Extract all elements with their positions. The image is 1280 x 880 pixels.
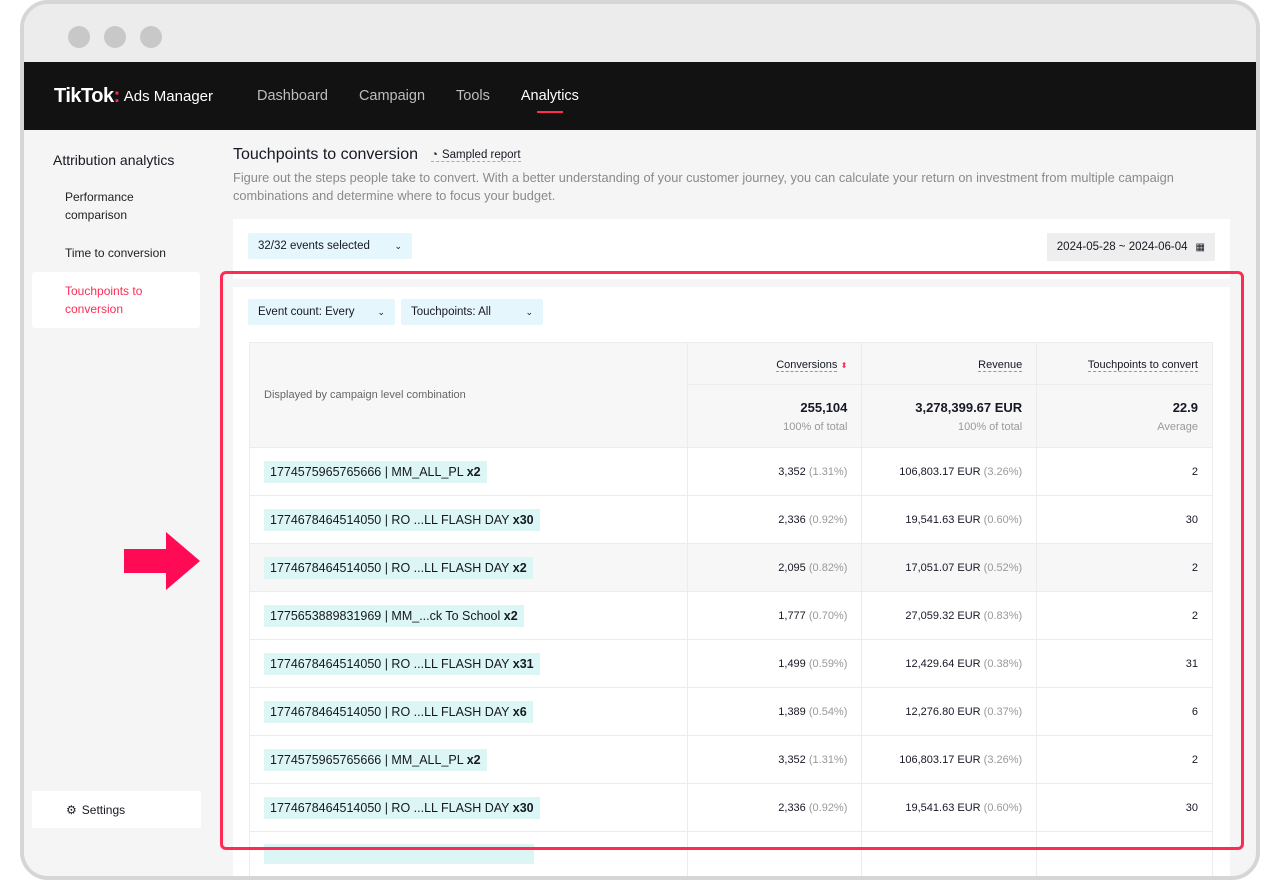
nav-analytics[interactable]: Analytics — [521, 88, 579, 113]
nav-campaign[interactable]: Campaign — [359, 88, 425, 104]
filter-card: 32/32 events selected ⌄ 2024-05-28 ~ 2024… — [233, 219, 1230, 279]
nav-dashboard[interactable]: Dashboard — [257, 88, 328, 104]
sidebar: Attribution analytics Performance compar… — [24, 130, 216, 876]
gear-icon: ⚙ — [66, 802, 77, 817]
window-minimize-dot[interactable] — [104, 26, 126, 48]
logo-subtitle: Ads Manager — [123, 87, 213, 105]
calendar-icon: ▦ — [1195, 241, 1205, 253]
window-close-dot[interactable] — [68, 26, 90, 48]
pie-chart-icon: ◔ — [431, 148, 438, 161]
settings-button[interactable]: ⚙ Settings — [32, 791, 201, 828]
chevron-down-icon: ⌄ — [394, 240, 402, 251]
settings-label: Settings — [81, 802, 126, 817]
sampled-report-link[interactable]: ◔ Sampled report — [431, 149, 521, 162]
top-nav: TikTok: Ads Manager Dashboard Campaign T… — [24, 62, 1256, 130]
date-range-picker[interactable]: 2024-05-28 ~ 2024-06-04 ▦ — [1046, 233, 1215, 261]
arrow-right-icon — [124, 532, 200, 590]
nav-tools[interactable]: Tools — [456, 88, 490, 104]
title-bar — [24, 4, 1256, 62]
highlight-outline — [220, 271, 1244, 850]
sidebar-item-touchpoints-to-conversion[interactable]: Touchpoints to conversion — [32, 272, 200, 328]
tiktok-logo[interactable]: TikTok: — [54, 85, 120, 108]
sidebar-item-time-to-conversion[interactable]: Time to conversion — [32, 244, 200, 262]
sidebar-item-performance-comparison[interactable]: Performance comparison — [32, 188, 172, 224]
events-select[interactable]: 32/32 events selected ⌄ — [248, 233, 412, 259]
page-title: Touchpoints to conversion — [233, 146, 418, 163]
window-maximize-dot[interactable] — [140, 26, 162, 48]
page-description: Figure out the steps people take to conv… — [233, 170, 1174, 203]
sidebar-title: Attribution analytics — [53, 152, 175, 168]
